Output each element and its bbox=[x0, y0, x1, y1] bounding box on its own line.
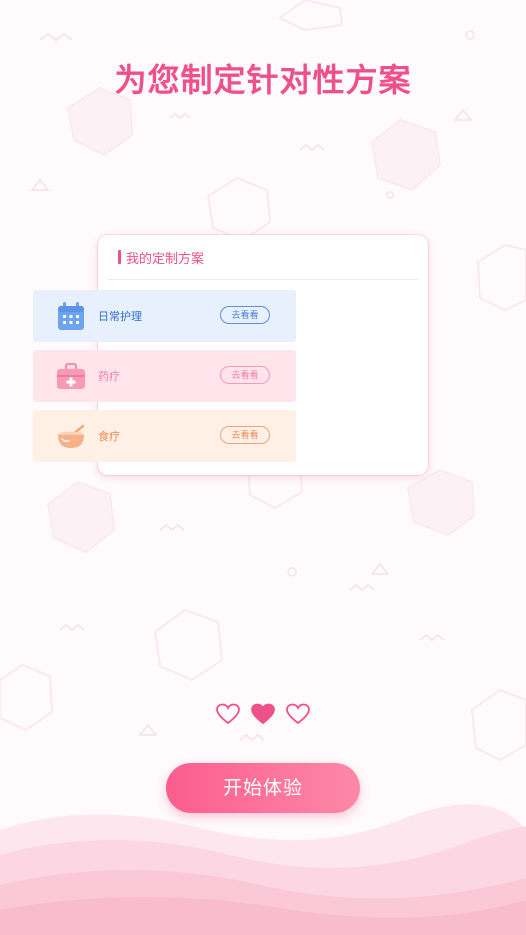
plan-item-label: 日常护理 bbox=[98, 310, 142, 323]
heart-outline-icon[interactable] bbox=[215, 702, 241, 726]
heart-filled-icon[interactable] bbox=[250, 702, 276, 726]
bottom-waves bbox=[0, 804, 526, 935]
heart-outline-icon[interactable] bbox=[285, 702, 311, 726]
plan-item-diet[interactable]: 食疗 去看看 bbox=[33, 410, 296, 462]
plan-item-medicine[interactable]: 药疗 去看看 bbox=[33, 350, 296, 402]
plan-item-label: 药疗 bbox=[98, 370, 120, 383]
view-diet-button[interactable]: 去看看 bbox=[220, 426, 270, 444]
view-daily-care-button[interactable]: 去看看 bbox=[220, 306, 270, 324]
medical-kit-icon bbox=[57, 362, 85, 389]
plan-item-label: 食疗 bbox=[98, 430, 120, 443]
page-indicator bbox=[215, 702, 311, 726]
plan-item-daily-care[interactable]: 日常护理 去看看 bbox=[33, 290, 296, 342]
page-headline: 为您制定针对性方案 bbox=[114, 61, 412, 99]
start-experience-button[interactable]: 开始体验 bbox=[166, 763, 360, 813]
bowl-icon bbox=[58, 424, 85, 448]
title-accent-bar bbox=[118, 250, 121, 264]
calendar-icon bbox=[58, 302, 84, 330]
card-header: 我的定制方案 bbox=[108, 235, 418, 280]
card-title: 我的定制方案 bbox=[126, 252, 205, 267]
view-medicine-button[interactable]: 去看看 bbox=[220, 366, 270, 384]
